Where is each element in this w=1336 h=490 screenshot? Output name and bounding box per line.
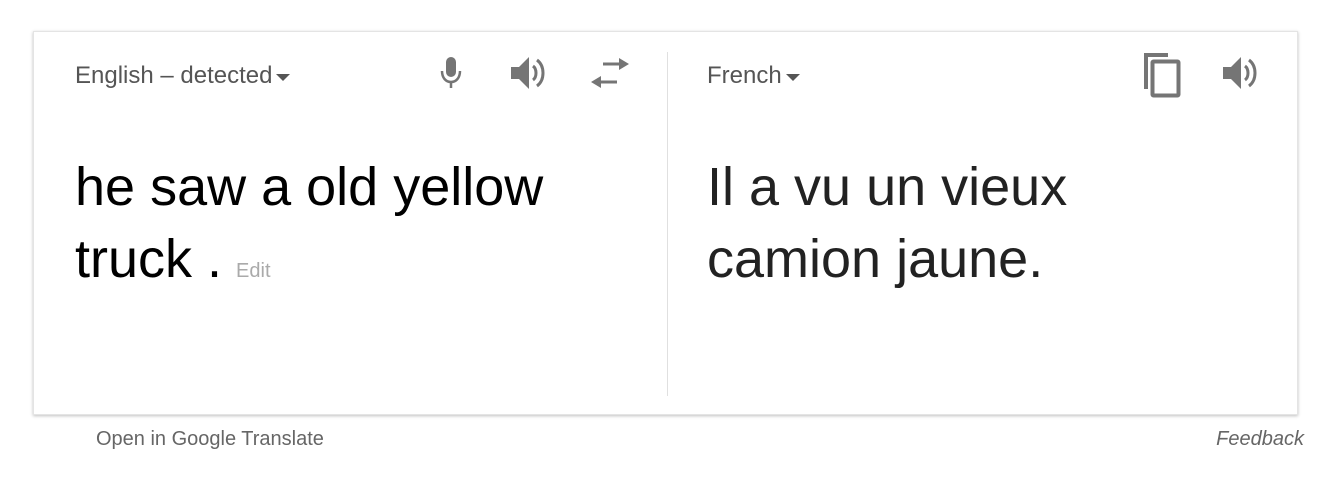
chevron-down-icon [785,73,800,81]
swap-languages-icon[interactable] [588,51,632,95]
speaker-icon[interactable] [508,51,552,95]
target-language-label: French [707,62,782,89]
edit-link[interactable]: Edit [236,260,270,282]
copy-icon[interactable] [1139,49,1185,99]
translated-text: Il a vu un vieux camion jaune. [707,151,1247,295]
microphone-icon[interactable] [429,51,473,95]
translate-card: English – detected he saw a old yellow t… [33,31,1298,415]
chevron-down-icon [276,73,291,81]
source-language-select[interactable]: English – detected [75,62,291,90]
source-language-label: English – detected [75,62,273,89]
source-text-content: he saw a old yellow truck . [75,157,544,289]
speaker-icon[interactable] [1220,51,1264,95]
open-in-google-translate-link[interactable]: Open in Google Translate [96,428,324,451]
column-divider [667,52,668,396]
source-text[interactable]: he saw a old yellow truck . Edit [75,151,615,307]
target-language-select[interactable]: French [707,62,800,90]
translated-text-content: Il a vu un vieux camion jaune. [707,157,1068,289]
feedback-link[interactable]: Feedback [1216,428,1304,451]
